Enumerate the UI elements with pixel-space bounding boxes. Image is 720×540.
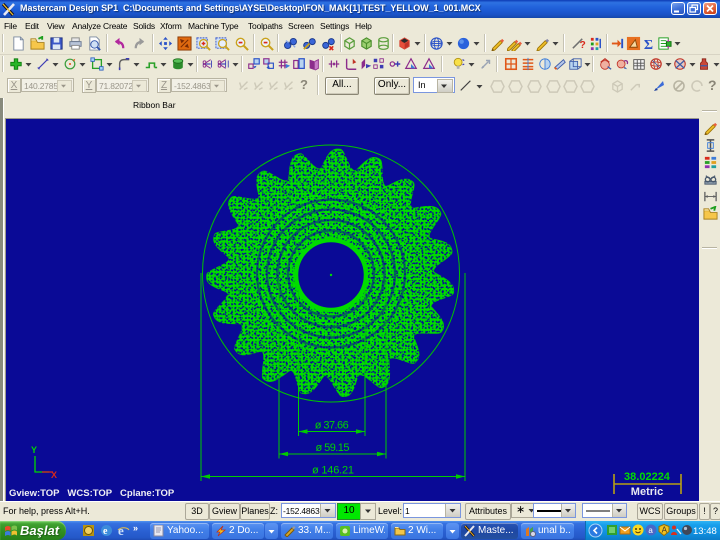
- svg-text:ø 146.21: ø 146.21: [312, 465, 354, 477]
- svg-text:38.02224: 38.02224: [624, 471, 671, 483]
- svg-text:a: a: [648, 526, 653, 535]
- svg-text:Gview:TOP WCS:TOP Cplane:T: Gview:TOP WCS:TOP Cplane:TOP: [9, 488, 175, 499]
- svg-text:A: A: [662, 526, 668, 535]
- svg-text:e: e: [103, 526, 108, 537]
- svg-text:ø 59.15: ø 59.15: [316, 442, 350, 454]
- svg-text:e: e: [118, 524, 124, 537]
- svg-text:?: ?: [579, 40, 585, 51]
- svg-text:Σ: Σ: [644, 37, 653, 51]
- svg-text:ø 37.66: ø 37.66: [315, 420, 349, 432]
- svg-text:X: X: [51, 470, 57, 480]
- svg-text:Metric: Metric: [631, 486, 663, 498]
- svg-text:Y: Y: [31, 445, 37, 455]
